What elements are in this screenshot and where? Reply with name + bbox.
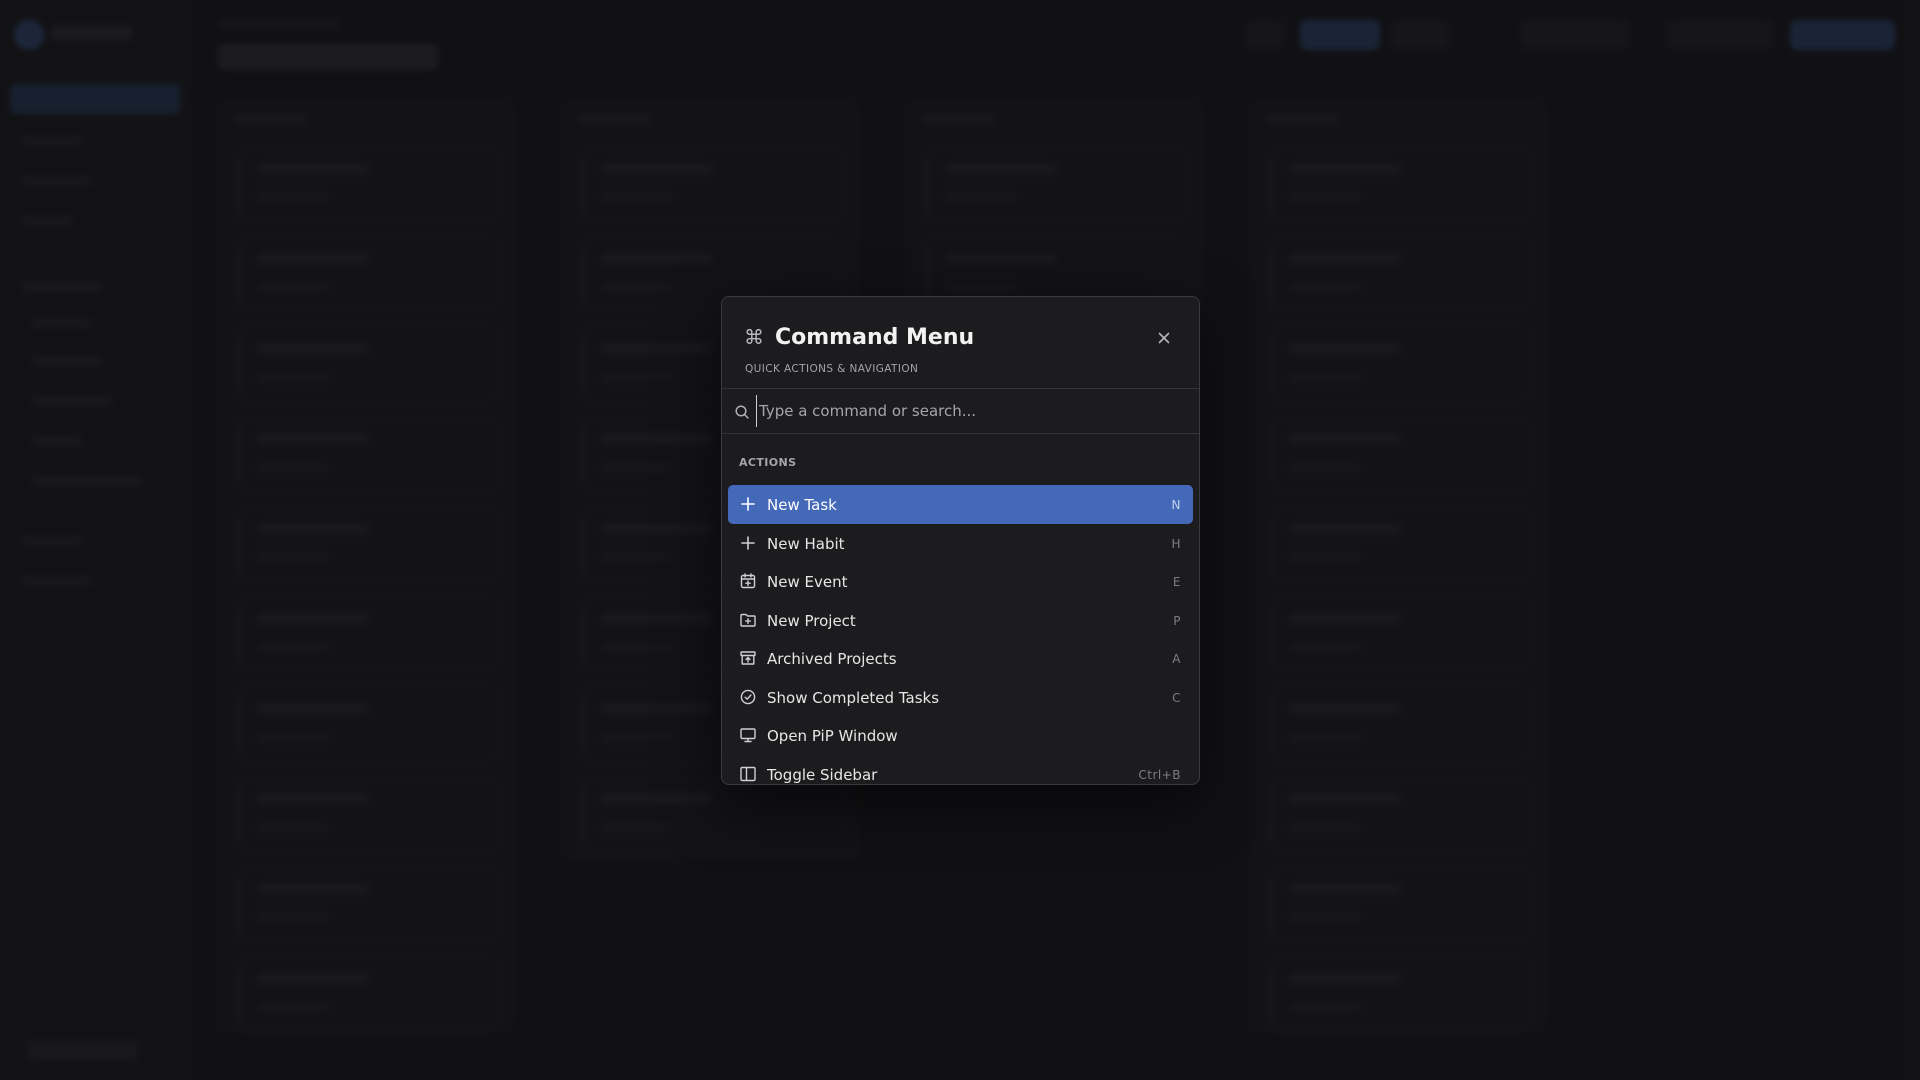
command-item-new-event[interactable]: New Event E: [728, 562, 1193, 601]
calendar-plus-icon: [739, 572, 757, 590]
close-button[interactable]: [1155, 329, 1173, 347]
dialog-header: ⌘ Command Menu QUICK ACTIONS & NAVIGATIO…: [722, 297, 1199, 389]
command-item-label: Toggle Sidebar: [767, 765, 878, 784]
search-row: [722, 389, 1199, 434]
dialog-title: Command Menu: [775, 325, 975, 350]
shortcut-hint: C: [1172, 690, 1181, 705]
archive-icon: [739, 649, 757, 667]
command-menu-dialog: ⌘ Command Menu QUICK ACTIONS & NAVIGATIO…: [721, 296, 1200, 785]
command-search-input[interactable]: [756, 395, 1186, 427]
command-item-label: New Event: [767, 573, 848, 591]
shortcut-hint: Ctrl+B: [1138, 767, 1181, 782]
sidebar-icon: [739, 765, 757, 783]
command-item-label: New Project: [767, 611, 856, 630]
shortcut-hint: H: [1171, 536, 1181, 551]
shortcut-hint: P: [1173, 613, 1181, 628]
command-item-open-pip-window[interactable]: Open PiP Window: [728, 716, 1193, 755]
command-item-label: Archived Projects: [767, 650, 897, 668]
command-item-label: Show Completed Tasks: [767, 688, 940, 707]
command-item-new-habit[interactable]: New Habit H: [728, 524, 1193, 563]
command-item-archived-projects[interactable]: Archived Projects A: [728, 639, 1193, 678]
command-item-toggle-sidebar[interactable]: Toggle Sidebar Ctrl+B: [728, 755, 1193, 785]
command-item-new-project[interactable]: New Project P: [728, 601, 1193, 640]
folder-plus-icon: [739, 611, 757, 629]
shortcut-hint: N: [1171, 498, 1181, 512]
command-key-icon: ⌘: [744, 325, 764, 349]
shortcut-hint: E: [1172, 575, 1181, 589]
command-item-new-task[interactable]: New Task N: [728, 485, 1193, 524]
monitor-icon: [739, 726, 757, 744]
close-icon: [1158, 332, 1170, 344]
plus-icon: [739, 495, 757, 513]
command-item-label: Open PiP Window: [767, 727, 898, 745]
check-circle-icon: [739, 688, 757, 706]
command-item-label: New Task: [767, 496, 837, 514]
command-item-show-completed-tasks[interactable]: Show Completed Tasks C: [728, 678, 1193, 717]
plus-icon: [739, 534, 757, 552]
dialog-subtitle: QUICK ACTIONS & NAVIGATION: [745, 363, 919, 375]
shortcut-hint: A: [1172, 652, 1181, 666]
search-icon: [735, 405, 749, 419]
command-item-label: New Habit: [767, 534, 845, 553]
section-label-actions: ACTIONS: [739, 456, 797, 469]
command-list: New Task N New Habit H New Event E New P…: [728, 485, 1193, 785]
